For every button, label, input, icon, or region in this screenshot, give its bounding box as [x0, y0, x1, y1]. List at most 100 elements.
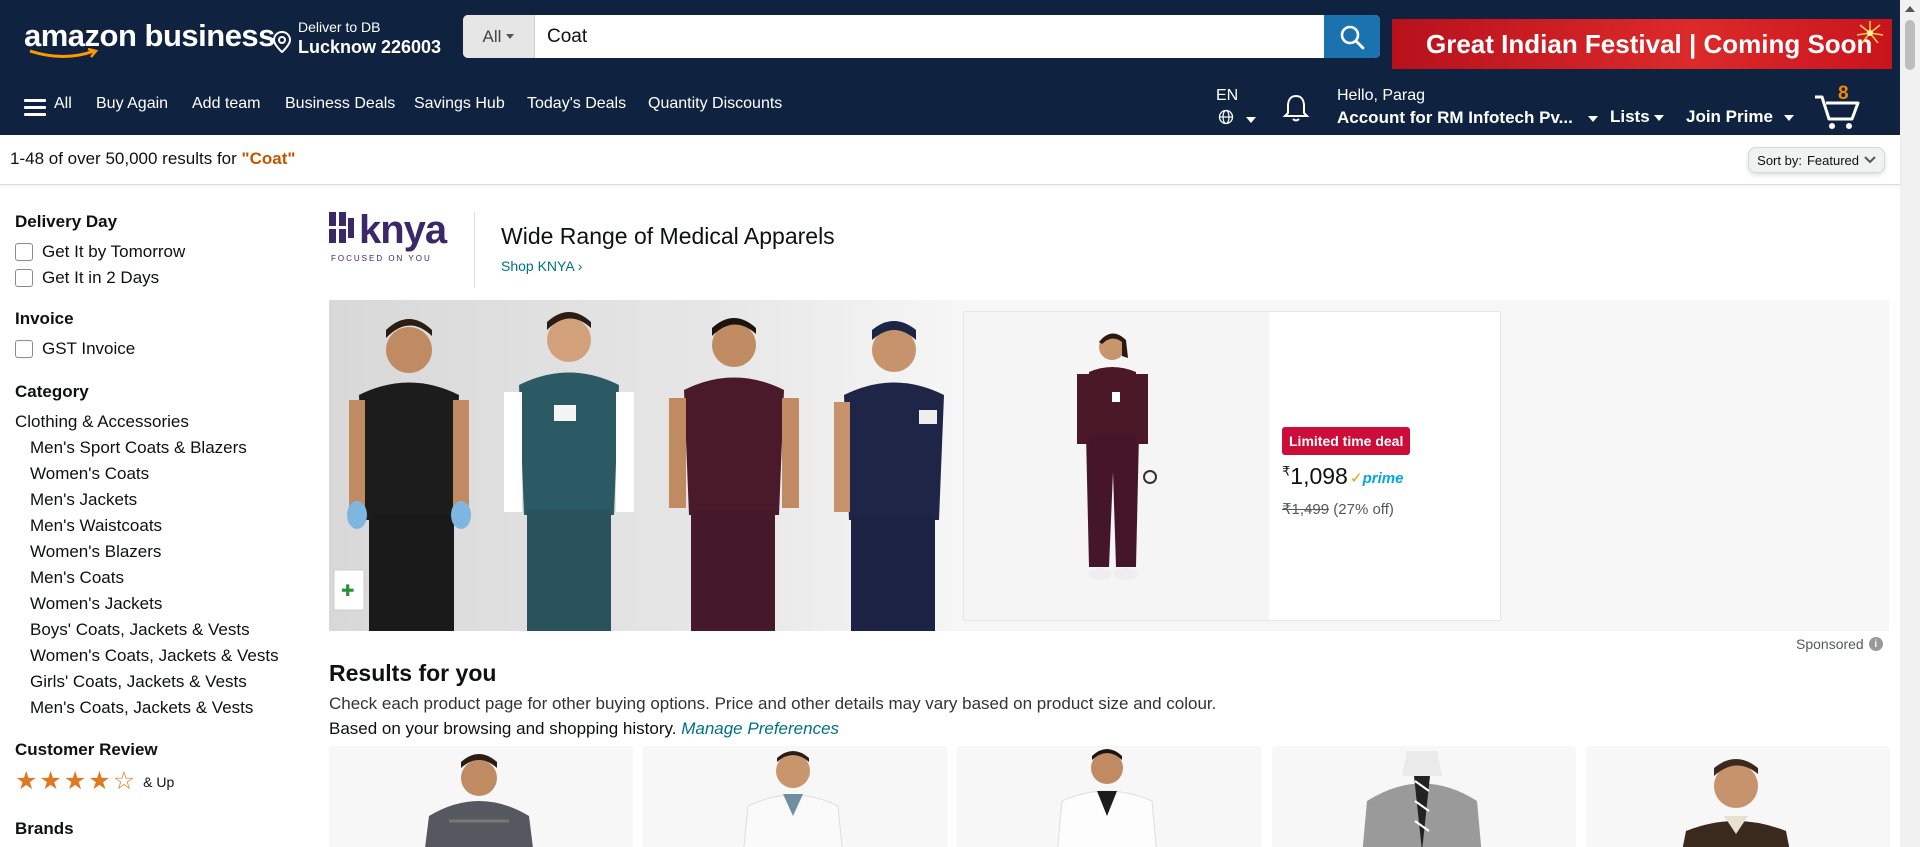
sponsored-headline[interactable]: Wide Range of Medical Apparels — [501, 223, 835, 250]
category-item[interactable]: Men's Jackets — [30, 490, 137, 510]
product-tile[interactable] — [1586, 746, 1890, 847]
star-filled-icon: ★ — [39, 767, 62, 795]
checkbox[interactable] — [15, 340, 33, 358]
info-icon: i — [1868, 637, 1883, 651]
product-tile[interactable] — [957, 746, 1261, 847]
results-subtext: Check each product page for other buying… — [329, 694, 1217, 713]
chevron-down-icon — [1246, 117, 1256, 123]
category-item[interactable]: Women's Coats — [30, 464, 149, 484]
star-filled-icon: ★ — [15, 767, 38, 795]
filter-heading-category: Category — [15, 382, 89, 401]
language-code: EN — [1216, 87, 1239, 104]
account-name: Account for RM Infotech Pv... — [1337, 108, 1598, 128]
review-4-and-up[interactable]: ★ ★ ★ ★ ☆ & Up — [15, 769, 174, 794]
filter-heading-invoice: Invoice — [15, 309, 74, 328]
sponsored-product-card[interactable]: Limited time deal ₹1,098 ✓prime ₹1,499 (… — [963, 311, 1501, 621]
knya-brand-logo[interactable]: knya FOCUSED ON YOU — [329, 210, 454, 290]
knya-logo-text: knya — [359, 208, 447, 252]
scrub-suit-illustration — [1077, 333, 1157, 580]
cart-button[interactable]: 8 — [1812, 83, 1862, 131]
prime-badge: ✓prime — [1350, 470, 1404, 487]
firework-icon — [1856, 21, 1884, 44]
nav-all[interactable]: All — [54, 95, 72, 113]
star-filled-icon: ★ — [63, 767, 87, 795]
shop-knya-link[interactable]: Shop KNYA › — [501, 258, 582, 274]
nav-buy-again[interactable]: Buy Again — [96, 95, 168, 113]
divider — [474, 212, 475, 288]
product-tile[interactable] — [1272, 746, 1576, 847]
knya-logo-mark-icon — [329, 212, 354, 243]
chevron-down-icon — [506, 34, 515, 39]
logo-smile-icon — [29, 48, 99, 58]
product-image — [425, 754, 533, 847]
results-count: 1-48 of over 50,000 results for "Coat" — [10, 149, 296, 168]
product-tile[interactable] — [329, 746, 633, 847]
festival-banner[interactable]: Great Indian Festival | Coming Soon — [1392, 19, 1892, 69]
chevron-down-icon — [1587, 115, 1598, 122]
search-category-dropdown[interactable]: All — [463, 15, 535, 58]
location-pin-icon — [272, 31, 292, 53]
manage-preferences-link[interactable]: Manage Preferences — [681, 719, 839, 738]
filter-get-it-2-days[interactable]: Get It in 2 Days — [15, 268, 159, 288]
checkbox[interactable] — [15, 243, 33, 261]
sponsored-hero: ✚ Limited time deal ₹1,098 ✓prime ₹1,499… — [329, 300, 1889, 631]
chevron-down-icon — [1654, 114, 1665, 121]
category-item[interactable]: Men's Sport Coats & Blazers — [30, 438, 247, 458]
filter-get-it-tomorrow[interactable]: Get It by Tomorrow — [15, 242, 185, 262]
star-empty-icon: ☆ — [112, 767, 136, 795]
category-item[interactable]: Men's Coats, Jackets & Vests — [30, 698, 253, 718]
knya-tagline: FOCUSED ON YOU — [331, 254, 432, 263]
medical-apparel-lifestyle-image[interactable]: ✚ — [329, 300, 959, 631]
scrollbar-thumb[interactable] — [1905, 20, 1915, 70]
product-was-price: ₹1,499 (27% off) — [1282, 501, 1394, 518]
scrubs-models-illustration: ✚ — [333, 312, 944, 631]
limited-time-deal-badge: Limited time deal — [1282, 427, 1411, 455]
product-price: ₹1,098 — [1282, 463, 1348, 489]
category-item[interactable]: Boys' Coats, Jackets & Vests — [30, 620, 250, 640]
sort-dropdown[interactable]: Sort by: Featured — [1748, 147, 1885, 173]
prime-check-icon: ✓ — [1350, 470, 1363, 487]
secondary-navbar: All Buy Again Add team Business Deals Sa… — [0, 75, 1900, 135]
results-history-text: Based on your browsing and shopping hist… — [329, 719, 840, 738]
product-image[interactable] — [964, 312, 1269, 620]
nav-business-deals[interactable]: Business Deals — [285, 95, 395, 113]
sort-value: Featured — [1806, 152, 1859, 168]
product-image — [1682, 759, 1790, 847]
sponsored-label[interactable]: Sponsored i — [1796, 636, 1883, 652]
filter-gst-invoice[interactable]: GST Invoice — [15, 339, 135, 359]
scroll-up-arrow-icon[interactable] — [1905, 6, 1915, 12]
nav-todays-deals[interactable]: Today's Deals — [527, 95, 626, 113]
category-item[interactable]: Women's Blazers — [30, 542, 161, 562]
filter-heading-brands: Brands — [15, 819, 74, 838]
chevron-down-icon — [1783, 114, 1794, 121]
search-input[interactable] — [535, 15, 1330, 58]
results-heading: Results for you — [329, 660, 497, 686]
review-suffix: & Up — [143, 773, 175, 790]
nav-savings-hub[interactable]: Savings Hub — [414, 95, 505, 113]
results-info-bar: 1-48 of over 50,000 results for "Coat" S… — [0, 135, 1900, 185]
deliver-location: Lucknow 226003 — [298, 37, 442, 57]
nav-add-team[interactable]: Add team — [192, 95, 260, 113]
category-item[interactable]: Men's Coats — [30, 568, 124, 588]
top-navbar: amazon business Deliver to DB Lucknow 22… — [0, 0, 1900, 75]
chevron-down-icon — [1864, 156, 1876, 164]
deliver-label: Deliver to DB — [298, 19, 381, 35]
category-item[interactable]: Men's Waistcoats — [30, 516, 162, 536]
page-scrollbar[interactable] — [1900, 0, 1920, 847]
product-tile[interactable] — [643, 746, 947, 847]
category-item[interactable]: Women's Jackets — [30, 594, 162, 614]
star-filled-icon: ★ — [88, 767, 111, 795]
category-item[interactable]: Girls' Coats, Jackets & Vests — [30, 672, 247, 692]
account-menu[interactable]: Hello, Parag Account for RM Infotech Pv.… — [1337, 87, 1598, 128]
category-item[interactable]: Women's Coats, Jackets & Vests — [30, 646, 279, 666]
notification-bell-icon[interactable] — [1280, 92, 1312, 124]
lists-menu[interactable]: Lists — [1610, 107, 1665, 127]
cart-count: 8 — [1838, 83, 1849, 104]
checkbox[interactable] — [15, 269, 33, 287]
category-clothing-accessories[interactable]: Clothing & Accessories — [15, 412, 189, 432]
join-prime-menu[interactable]: Join Prime — [1686, 107, 1794, 127]
nav-quantity-discounts[interactable]: Quantity Discounts — [648, 95, 782, 113]
search-button[interactable] — [1324, 15, 1380, 58]
hamburger-menu-icon[interactable] — [24, 99, 46, 117]
globe-icon — [1218, 109, 1234, 125]
